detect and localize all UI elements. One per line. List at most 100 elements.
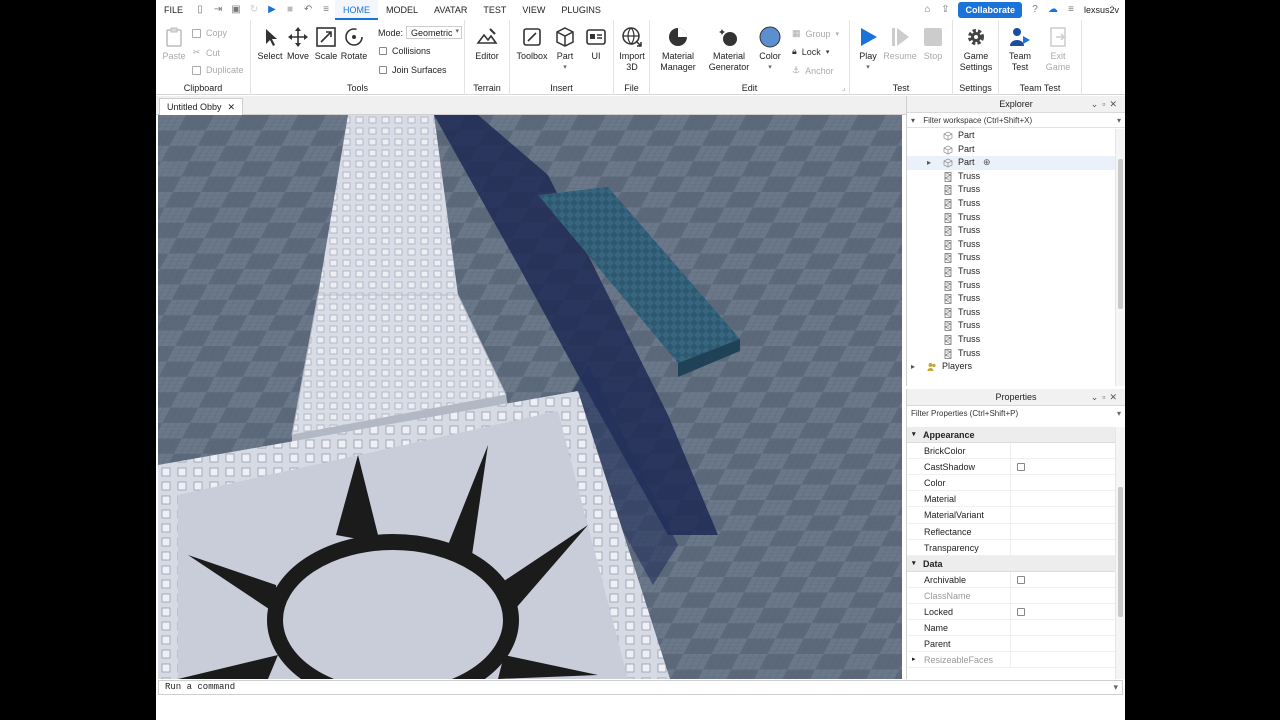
duplicate-button[interactable]: Duplicate: [192, 65, 244, 75]
collapse-arrow-icon[interactable]: ▾: [912, 427, 916, 443]
part-button[interactable]: Part ▾: [552, 24, 578, 73]
material-manager-button[interactable]: Material Manager: [656, 24, 700, 73]
scrollbar-thumb[interactable]: [1118, 159, 1123, 309]
property-row[interactable]: Archivable: [907, 571, 1115, 588]
command-bar-input[interactable]: Run a command ▾: [158, 680, 1123, 695]
scale-button[interactable]: Scale: [313, 24, 339, 62]
property-value[interactable]: [1010, 604, 1103, 620]
stop-button[interactable]: Stop: [919, 24, 947, 62]
mode-dropdown[interactable]: Geometric ▾: [406, 26, 463, 39]
property-checkbox[interactable]: [1017, 575, 1025, 584]
property-row[interactable]: CastShadow: [907, 459, 1115, 476]
tab-avatar[interactable]: AVATAR: [426, 0, 475, 20]
expand-arrow-icon[interactable]: ▸: [912, 652, 916, 668]
ui-button[interactable]: UI: [584, 24, 608, 62]
explorer-item[interactable]: Truss: [907, 306, 1115, 320]
property-value[interactable]: [1010, 507, 1103, 523]
scrollbar-thumb[interactable]: [1118, 487, 1123, 617]
help-icon[interactable]: ?: [1030, 5, 1040, 15]
explorer-item[interactable]: Part: [907, 143, 1115, 157]
property-section-header[interactable]: ▾ Data: [907, 555, 1115, 572]
insert-object-icon[interactable]: ⊕: [983, 156, 991, 170]
play-button[interactable]: Play ▾: [854, 24, 882, 73]
tab-view[interactable]: VIEW: [514, 0, 553, 20]
explorer-item[interactable]: Truss: [907, 238, 1115, 252]
explorer-item[interactable]: Part: [907, 129, 1115, 143]
collisions-checkbox[interactable]: [379, 47, 387, 55]
team-test-button[interactable]: Team Test: [1003, 24, 1037, 73]
tab-test[interactable]: TEST: [475, 0, 514, 20]
game-settings-button[interactable]: Game Settings: [957, 24, 995, 73]
explorer-item[interactable]: Truss: [907, 197, 1115, 211]
explorer-item[interactable]: Truss: [907, 183, 1115, 197]
properties-scrollbar[interactable]: [1115, 427, 1125, 679]
property-row[interactable]: ▸ ResizeableFaces: [907, 652, 1115, 669]
property-row[interactable]: Parent: [907, 636, 1115, 653]
chevron-down-icon[interactable]: ▾: [1117, 113, 1121, 128]
property-checkbox[interactable]: [1017, 608, 1025, 617]
explorer-item[interactable]: Truss: [907, 292, 1115, 306]
paste-button[interactable]: Paste: [160, 24, 188, 62]
stop-quick-icon[interactable]: ■: [285, 5, 295, 15]
property-section-header[interactable]: ▾ Appearance: [907, 427, 1115, 444]
file-menu[interactable]: FILE: [156, 0, 191, 20]
expand-arrow-icon[interactable]: ▸: [927, 156, 931, 170]
share-icon[interactable]: ⇪: [940, 5, 950, 15]
cloud-icon[interactable]: ☁: [1048, 5, 1058, 15]
collaborate-button[interactable]: Collaborate: [958, 2, 1022, 18]
property-value[interactable]: [1010, 523, 1103, 539]
explorer-item[interactable]: Truss: [907, 333, 1115, 347]
join-surfaces-toggle[interactable]: Join Surfaces: [379, 65, 447, 75]
explorer-item[interactable]: Truss: [907, 265, 1115, 279]
property-row[interactable]: Name: [907, 620, 1115, 637]
explorer-item[interactable]: Truss: [907, 279, 1115, 293]
username[interactable]: lexsus2v: [1084, 5, 1119, 15]
property-value[interactable]: [1010, 571, 1103, 587]
open-file-icon[interactable]: ⇥: [213, 5, 223, 15]
ribbon-expand-icon[interactable]: ⌟: [842, 84, 845, 92]
anchor-button[interactable]: ⚓︎ Anchor: [792, 65, 834, 76]
undo-icon[interactable]: ↶: [303, 5, 313, 15]
tab-home[interactable]: HOME: [335, 0, 379, 20]
property-value[interactable]: [1010, 491, 1103, 507]
move-button[interactable]: Move: [285, 24, 311, 62]
explorer-item[interactable]: Truss: [907, 170, 1115, 184]
lock-button[interactable]: 🔒︎ Lock ▾: [792, 46, 829, 57]
select-button[interactable]: Select: [257, 24, 283, 62]
material-generator-button[interactable]: Material Generator: [704, 24, 754, 73]
expand-arrow-icon[interactable]: ▸: [911, 360, 915, 374]
terrain-editor-button[interactable]: Editor: [471, 24, 503, 62]
explorer-item[interactable]: Truss: [907, 211, 1115, 225]
notifications-icon[interactable]: ≡: [1066, 5, 1076, 15]
redo-icon[interactable]: ↻: [249, 5, 259, 15]
3d-viewport[interactable]: [158, 115, 902, 679]
rotate-button[interactable]: Rotate: [340, 24, 368, 62]
property-checkbox[interactable]: [1017, 463, 1025, 472]
property-value[interactable]: [1010, 459, 1103, 475]
tab-model[interactable]: MODEL: [378, 0, 426, 20]
group-button[interactable]: ▦ Group ▾: [792, 28, 839, 39]
exit-game-button[interactable]: Exit Game: [1041, 24, 1075, 73]
tab-plugins[interactable]: PLUGINS: [553, 0, 609, 20]
chevron-down-icon[interactable]: ▾: [1117, 406, 1121, 421]
property-row[interactable]: Transparency: [907, 539, 1115, 556]
chevron-down-icon[interactable]: ▾: [1113, 681, 1118, 694]
panel-controls-icon[interactable]: ⌄▫✕: [1091, 389, 1121, 406]
resume-button[interactable]: Resume: [883, 24, 917, 62]
panel-controls-icon[interactable]: ⌄▫✕: [1091, 96, 1121, 113]
new-file-icon[interactable]: ▯: [195, 5, 205, 15]
property-value[interactable]: [1010, 636, 1103, 652]
property-value[interactable]: [1010, 539, 1103, 555]
property-row[interactable]: BrickColor: [907, 443, 1115, 460]
import-3d-button[interactable]: Import 3D: [616, 24, 648, 73]
color-button[interactable]: Color ▾: [754, 24, 786, 73]
save-icon[interactable]: ▣: [231, 5, 241, 15]
property-row[interactable]: Locked: [907, 604, 1115, 621]
explorer-item[interactable]: Truss: [907, 251, 1115, 265]
close-icon[interactable]: ✕: [228, 99, 236, 115]
quick-access-dropdown-icon[interactable]: ≡: [321, 5, 331, 15]
property-row[interactable]: Color: [907, 475, 1115, 492]
explorer-item[interactable]: ▸ Players: [907, 360, 1115, 374]
explorer-item[interactable]: Truss: [907, 319, 1115, 333]
explorer-item[interactable]: Truss: [907, 347, 1115, 361]
